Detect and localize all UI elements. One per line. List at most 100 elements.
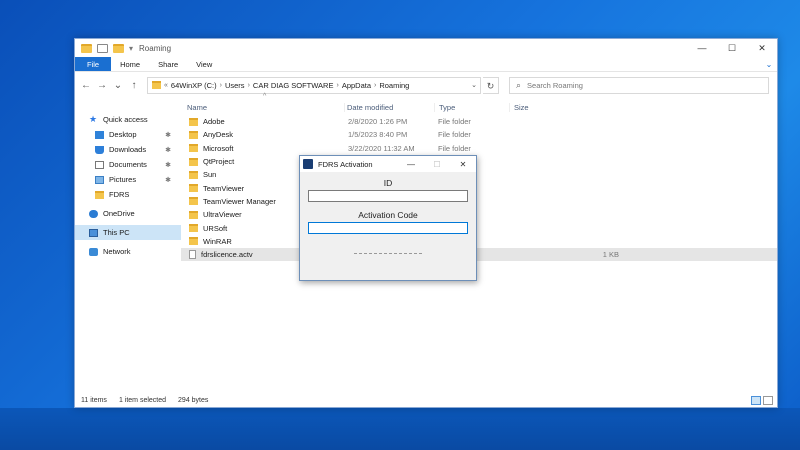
sort-ascending-icon: ^ xyxy=(263,93,267,100)
sidebar-item-label: This PC xyxy=(103,228,130,237)
pin-icon: ✱ xyxy=(165,161,171,169)
file-name: WinRAR xyxy=(203,236,232,246)
sidebar-item-documents[interactable]: Documents ✱ xyxy=(75,157,181,172)
table-row[interactable]: TeamViewer xyxy=(181,181,777,194)
table-row[interactable]: WinRAR xyxy=(181,235,777,248)
chevron-right-icon[interactable]: › xyxy=(374,82,376,89)
file-name: TeamViewer Manager xyxy=(203,196,276,206)
column-header-size[interactable]: Size xyxy=(509,102,569,112)
status-size: 294 bytes xyxy=(178,396,209,404)
sidebar-item-label: Pictures xyxy=(109,175,137,184)
details-view-icon[interactable] xyxy=(751,395,761,405)
title-bar: ▾ Roaming — ☐ ✕ xyxy=(75,39,777,57)
tab-file[interactable]: File xyxy=(75,57,112,71)
file-name: Adobe xyxy=(203,117,225,127)
navigation-pane: ★ Quick access Desktop ✱ Downloads ✱ Doc… xyxy=(75,99,181,393)
forward-button[interactable]: → xyxy=(95,80,109,91)
file-name: Microsoft xyxy=(203,143,234,153)
chevron-right-icon[interactable]: › xyxy=(248,82,250,89)
navigation-bar: ← → ⌄ ↑ « 64WinXP (C:) › Users › CAR DIA… xyxy=(75,72,777,98)
tab-home[interactable]: Home xyxy=(111,57,149,71)
table-row[interactable]: Adobe 2/8/2020 1:26 PM File folder xyxy=(181,115,777,128)
sidebar-item-downloads[interactable]: Downloads ✱ xyxy=(75,142,181,157)
close-button[interactable]: ✕ xyxy=(747,39,777,57)
sidebar-item-label: Quick access xyxy=(103,115,148,124)
status-selected: 1 item selected xyxy=(118,396,167,404)
file-name: QtProject xyxy=(203,157,235,167)
table-row[interactable]: Sun xyxy=(181,168,777,181)
back-button[interactable]: ← xyxy=(79,80,93,91)
address-bar[interactable]: « 64WinXP (C:) › Users › CAR DIAG SOFTWA… xyxy=(147,76,481,94)
dialog-close-button[interactable]: ✕ xyxy=(450,160,476,169)
large-icons-view-icon[interactable] xyxy=(763,395,773,405)
folder-icon xyxy=(189,184,198,193)
column-header-name[interactable]: Name xyxy=(181,103,344,112)
maximize-button[interactable]: ☐ xyxy=(717,39,747,57)
sidebar-item-fdrs[interactable]: FDRS xyxy=(75,187,181,202)
table-row[interactable]: QtProject File folder xyxy=(181,155,777,168)
folder-icon xyxy=(152,81,161,89)
breadcrumb-user[interactable]: CAR DIAG SOFTWARE xyxy=(253,81,334,90)
chevron-right-icon[interactable]: › xyxy=(336,82,338,89)
activate-button[interactable] xyxy=(354,240,422,254)
minimize-button[interactable]: — xyxy=(687,39,717,57)
sidebar-item-this-pc[interactable]: This PC xyxy=(75,225,181,240)
properties-icon[interactable] xyxy=(97,43,108,53)
pin-icon: ✱ xyxy=(165,131,171,139)
sidebar-item-onedrive[interactable]: OneDrive xyxy=(75,206,181,221)
search-input[interactable]: ⌕ Search Roaming xyxy=(509,76,769,94)
sidebar-item-quick-access[interactable]: ★ Quick access xyxy=(75,112,181,127)
expand-ribbon-icon[interactable]: ⌄ xyxy=(761,57,777,71)
file-date: 1/5/2023 8:40 PM xyxy=(348,130,408,140)
column-header-date[interactable]: Date modified xyxy=(344,102,434,112)
table-row[interactable]: URSoft xyxy=(181,221,777,234)
folder-icon xyxy=(189,237,198,246)
activation-dialog: FDRS Activation — ☐ ✕ ID Activation Code xyxy=(299,155,477,281)
refresh-button[interactable]: ↻ xyxy=(483,76,499,94)
breadcrumb-roaming[interactable]: Roaming xyxy=(379,81,409,90)
new-folder-icon[interactable] xyxy=(113,43,124,53)
chevron-right-icon[interactable]: › xyxy=(220,82,222,89)
breadcrumb-drive[interactable]: 64WinXP (C:) xyxy=(171,81,217,90)
up-button[interactable]: ↑ xyxy=(127,80,141,91)
search-placeholder: Search Roaming xyxy=(527,80,583,90)
table-row[interactable]: AnyDesk 1/5/2023 8:40 PM File folder xyxy=(181,128,777,141)
documents-icon xyxy=(95,160,104,169)
breadcrumb-users[interactable]: Users xyxy=(225,81,245,90)
column-header-type[interactable]: Type xyxy=(434,102,509,112)
folder-icon xyxy=(189,144,198,153)
id-label: ID xyxy=(383,178,393,188)
recent-locations-button[interactable]: ⌄ xyxy=(111,80,125,91)
table-row-selected[interactable]: fdrslicence.actv 1 KB xyxy=(181,247,777,262)
dialog-title: FDRS Activation xyxy=(318,159,373,169)
file-name: URSoft xyxy=(203,223,228,233)
id-field[interactable] xyxy=(308,190,468,202)
downloads-icon xyxy=(95,145,104,154)
folder-icon xyxy=(189,157,198,166)
customize-toolbar-icon[interactable]: ▾ xyxy=(129,44,133,53)
sidebar-item-label: Desktop xyxy=(109,130,137,139)
folder-icon xyxy=(189,197,198,206)
chevron-icon[interactable]: « xyxy=(164,82,168,89)
table-row[interactable]: Microsoft 3/22/2020 11:32 AM File folder xyxy=(181,142,777,155)
sidebar-item-pictures[interactable]: Pictures ✱ xyxy=(75,172,181,187)
breadcrumb-appdata[interactable]: AppData xyxy=(342,81,371,90)
sidebar-item-network[interactable]: Network xyxy=(75,244,181,259)
sidebar-item-label: Documents xyxy=(109,160,147,169)
network-icon xyxy=(89,247,98,256)
activation-code-label: Activation Code xyxy=(358,210,418,220)
table-row[interactable]: UltraViewer xyxy=(181,208,777,221)
file-type: File folder xyxy=(438,117,471,127)
star-icon: ★ xyxy=(89,114,98,124)
tab-share[interactable]: Share xyxy=(149,57,187,71)
file-type: File folder xyxy=(438,130,471,140)
sidebar-item-desktop[interactable]: Desktop ✱ xyxy=(75,127,181,142)
table-row[interactable]: TeamViewer Manager xyxy=(181,195,777,208)
dialog-minimize-button[interactable]: — xyxy=(398,160,424,169)
folder-icon xyxy=(189,170,198,179)
activation-code-field[interactable] xyxy=(308,222,468,234)
chevron-down-icon[interactable]: ⌄ xyxy=(468,81,480,89)
tab-view[interactable]: View xyxy=(187,57,221,71)
search-icon: ⌕ xyxy=(516,79,522,90)
file-name: Sun xyxy=(203,170,217,180)
